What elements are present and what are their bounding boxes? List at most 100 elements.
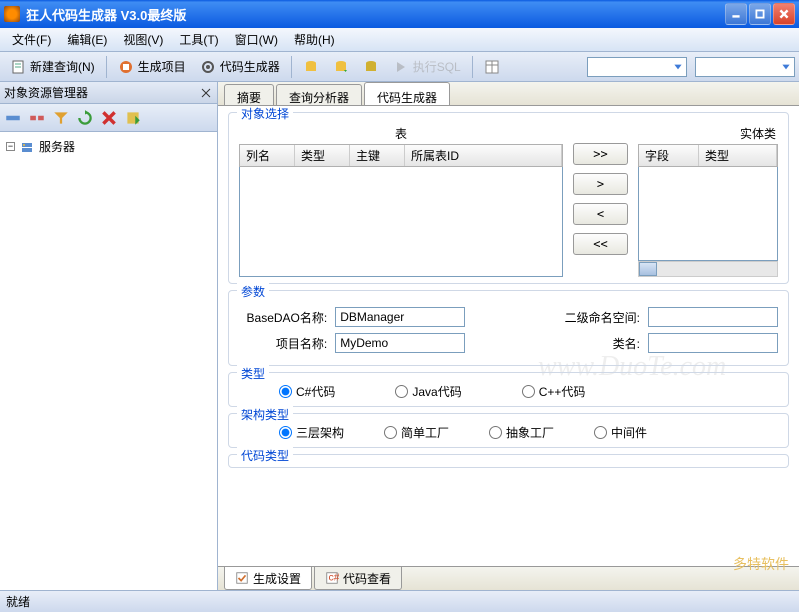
code-gen-button[interactable]: 代码生成器 <box>194 55 286 78</box>
col-name-header[interactable]: 列名 <box>240 145 295 166</box>
server-icon <box>19 139 35 155</box>
tab-code-view[interactable]: c# 代码查看 <box>314 567 402 590</box>
menu-bar: 文件(F) 编辑(E) 视图(V) 工具(T) 窗口(W) 帮助(H) <box>0 28 799 52</box>
object-select-title: 对象选择 <box>237 106 293 122</box>
project-label: 项目名称: <box>239 335 327 352</box>
maximize-button[interactable] <box>749 3 771 25</box>
connect-icon[interactable] <box>4 109 22 127</box>
panel-title: 对象资源管理器 <box>4 84 88 101</box>
new-query-label: 新建查询(N) <box>30 58 95 75</box>
arch-group: 架构类型 三层架构 简单工厂 抽象工厂 中间件 <box>228 413 789 448</box>
bottom-tab-bar: 生成设置 c# 代码查看 <box>218 566 799 590</box>
menu-window[interactable]: 窗口(W) <box>227 28 286 51</box>
settings-icon <box>235 571 249 585</box>
project-icon <box>118 59 134 75</box>
col-field-header[interactable]: 字段 <box>639 145 699 166</box>
menu-file[interactable]: 文件(F) <box>4 28 59 51</box>
move-all-right-button[interactable]: >> <box>573 143 628 165</box>
col-type-header[interactable]: 类型 <box>295 145 350 166</box>
col-type2-header[interactable]: 类型 <box>699 145 777 166</box>
params-group: 参数 BaseDAO名称: 二级命名空间: 项目名称: 类名: <box>228 290 789 366</box>
entity-grid[interactable] <box>638 167 778 261</box>
params-title: 参数 <box>237 283 269 300</box>
grid-icon <box>484 59 500 75</box>
project-input[interactable] <box>335 333 465 353</box>
radio-cpp[interactable]: C++代码 <box>522 383 586 400</box>
move-all-left-button[interactable]: << <box>573 233 628 255</box>
entity-grid-header: 字段 类型 <box>638 144 778 167</box>
tab-query-analyzer[interactable]: 查询分析器 <box>276 84 362 105</box>
delete-icon[interactable] <box>100 109 118 127</box>
col-tableid-header[interactable]: 所属表ID <box>405 145 562 166</box>
type-group: 类型 C#代码 Java代码 C++代码 <box>228 372 789 407</box>
main-tab-bar: 摘要 查询分析器 代码生成器 <box>218 82 799 106</box>
minimize-button[interactable] <box>725 3 747 25</box>
status-text: 就绪 <box>6 593 30 610</box>
col-pk-header[interactable]: 主键 <box>350 145 405 166</box>
code-type-title: 代码类型 <box>237 447 293 464</box>
status-bar: 就绪 <box>0 590 799 612</box>
ns2-input[interactable] <box>648 307 778 327</box>
combo-1[interactable] <box>587 57 687 77</box>
tab-code-generator[interactable]: 代码生成器 <box>364 82 450 105</box>
tool-button-2[interactable] <box>327 56 355 78</box>
main-toolbar: 新建查询(N) 生成项目 代码生成器 执行SQL <box>0 52 799 82</box>
classname-input[interactable] <box>648 333 778 353</box>
db-refresh-icon <box>333 59 349 75</box>
filter-icon[interactable] <box>52 109 70 127</box>
menu-edit[interactable]: 编辑(E) <box>59 28 115 51</box>
panel-toolbar <box>0 104 217 132</box>
tool-button-4[interactable] <box>478 56 506 78</box>
play-icon <box>393 59 409 75</box>
gear-icon <box>200 59 216 75</box>
tool-button-1[interactable] <box>297 56 325 78</box>
tree-root-node[interactable]: − 服务器 <box>4 136 213 157</box>
tree-root-label: 服务器 <box>39 138 75 155</box>
title-bar: 狂人代码生成器 V3.0最终版 <box>0 0 799 28</box>
combo-2[interactable] <box>695 57 795 77</box>
db-icon <box>363 59 379 75</box>
radio-simple-factory[interactable]: 简单工厂 <box>384 424 449 441</box>
move-left-button[interactable]: < <box>573 203 628 225</box>
exec-sql-label: 执行SQL <box>413 58 461 75</box>
basedao-input[interactable] <box>335 307 465 327</box>
table-grid-header: 列名 类型 主键 所属表ID <box>239 144 563 167</box>
tab-summary[interactable]: 摘要 <box>224 84 274 105</box>
menu-help[interactable]: 帮助(H) <box>286 28 343 51</box>
entity-hscroll[interactable] <box>638 261 778 277</box>
ns2-label: 二级命名空间: <box>552 309 640 326</box>
basedao-label: BaseDAO名称: <box>239 309 327 326</box>
close-button[interactable] <box>773 3 795 25</box>
radio-java[interactable]: Java代码 <box>395 383 461 400</box>
menu-tool[interactable]: 工具(T) <box>171 28 226 51</box>
tool-button-3[interactable] <box>357 56 385 78</box>
code-type-group: 代码类型 <box>228 454 789 468</box>
tree-view[interactable]: − 服务器 <box>0 132 217 590</box>
tab-gen-settings[interactable]: 生成设置 <box>224 567 312 590</box>
radio-abstract-factory[interactable]: 抽象工厂 <box>489 424 554 441</box>
gen-project-button[interactable]: 生成项目 <box>112 55 192 78</box>
code-gen-label: 代码生成器 <box>220 58 280 75</box>
table-label: 表 <box>239 123 563 144</box>
arch-title: 架构类型 <box>237 406 293 423</box>
classname-label: 类名: <box>552 335 640 352</box>
new-query-button[interactable]: 新建查询(N) <box>4 55 101 78</box>
radio-middleware[interactable]: 中间件 <box>594 424 647 441</box>
table-grid[interactable] <box>239 167 563 277</box>
code-icon: c# <box>325 571 339 585</box>
menu-view[interactable]: 视图(V) <box>115 28 171 51</box>
radio-three-tier[interactable]: 三层架构 <box>279 424 344 441</box>
type-title: 类型 <box>237 365 269 382</box>
expand-icon[interactable]: − <box>6 142 15 151</box>
exec-sql-button[interactable]: 执行SQL <box>387 55 467 78</box>
svg-text:c#: c# <box>329 572 340 584</box>
radio-csharp[interactable]: C#代码 <box>279 383 335 400</box>
entity-label: 实体类 <box>638 123 778 144</box>
gen-project-label: 生成项目 <box>138 58 186 75</box>
export-icon[interactable] <box>124 109 142 127</box>
panel-close-button[interactable] <box>199 86 213 100</box>
move-right-button[interactable]: > <box>573 173 628 195</box>
window-title: 狂人代码生成器 V3.0最终版 <box>26 5 725 24</box>
disconnect-icon[interactable] <box>28 109 46 127</box>
refresh-icon[interactable] <box>76 109 94 127</box>
